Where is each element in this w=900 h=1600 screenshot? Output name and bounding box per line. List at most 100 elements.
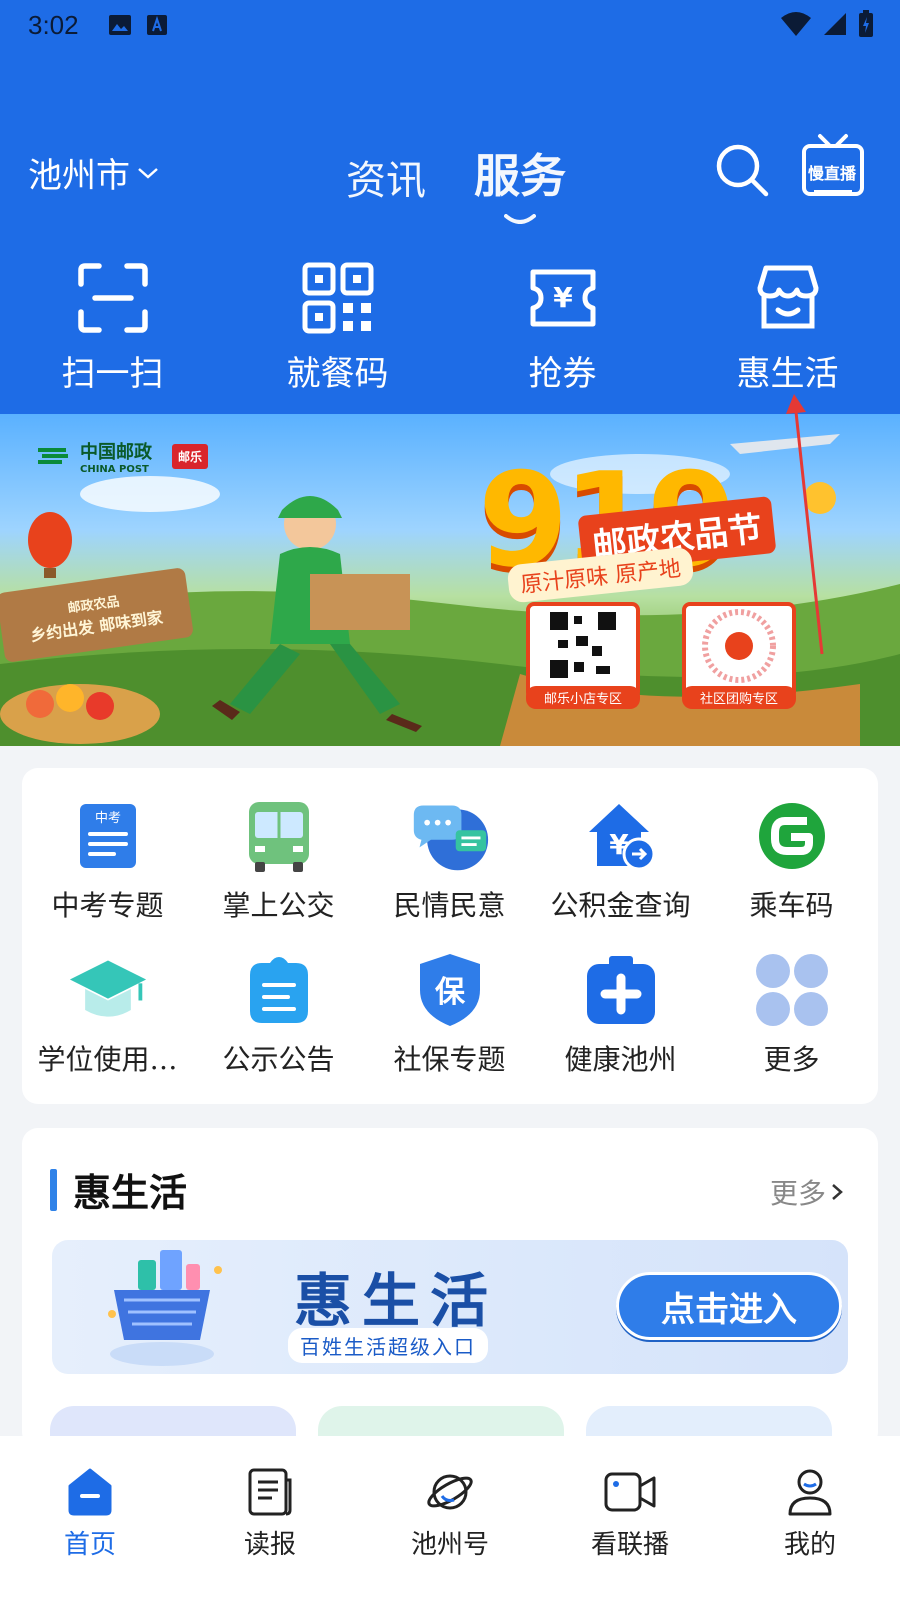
status-system-icons xyxy=(780,10,874,38)
service-grid-card: 中考 中考专题 掌上公交 民情民意 ¥ 公积金查询 乘车码 学位使用… 公示公告… xyxy=(22,768,878,1104)
quick-action-label: 惠生活 xyxy=(736,354,839,394)
service-label: 乘车码 xyxy=(749,889,834,922)
bottom-navigation: 首页 读报 池州号 看联播 我的 xyxy=(0,1436,900,1600)
housing-fund-icon: ¥ xyxy=(581,796,661,876)
ride-code-icon xyxy=(752,796,832,876)
nav-broadcast[interactable]: 看联播 xyxy=(540,1436,720,1600)
service-public-opinion[interactable]: 民情民意 xyxy=(364,796,535,924)
nav-profile[interactable]: 我的 xyxy=(720,1436,900,1600)
quick-action-label: 抢券 xyxy=(528,354,597,394)
life-section-card: 惠生活 更多 惠生活 百姓生活超级入口 点击进入 xyxy=(22,1128,878,1448)
quick-action-label: 扫一扫 xyxy=(61,354,164,394)
china-post-logo: 中国邮政 CHINA POST 邮乐 xyxy=(36,438,209,475)
text-notification-icon xyxy=(147,15,167,35)
search-icon[interactable] xyxy=(712,140,772,200)
app-header: 3:02 池州市 资讯 服务 慢直播 扫一扫 就餐码 ¥ 抢券 惠生活 xyxy=(0,0,900,414)
enter-button[interactable]: 点击进入 xyxy=(616,1272,842,1340)
coupon-icon: ¥ xyxy=(530,269,595,327)
city-selector[interactable]: 池州市 xyxy=(28,148,160,197)
chevron-down-icon xyxy=(138,167,158,179)
medical-kit-icon xyxy=(581,950,661,1030)
promo-banner[interactable]: 中国邮政 CHINA POST 邮乐 919 邮政农品节 原汁原味 原产地 邮政… xyxy=(0,414,900,746)
service-bus[interactable]: 掌上公交 xyxy=(193,796,364,924)
active-tab-indicator xyxy=(504,214,536,224)
service-label: 民情民意 xyxy=(393,889,506,922)
image-notification-icon xyxy=(109,15,131,35)
bus-icon xyxy=(239,796,319,876)
svg-text:中考: 中考 xyxy=(94,811,120,826)
service-label: 学位使用… xyxy=(37,1043,178,1076)
service-label: 更多 xyxy=(763,1043,820,1076)
china-post-emblem-icon xyxy=(38,447,68,464)
life-section-title: 惠生活 xyxy=(73,1170,188,1215)
section-accent-bar xyxy=(50,1168,57,1211)
shop-icon xyxy=(757,265,818,329)
nav-label: 我的 xyxy=(783,1530,836,1560)
nav-newspaper[interactable]: 读报 xyxy=(180,1436,360,1600)
nav-label: 池州号 xyxy=(410,1530,489,1560)
qr-pattern-icon xyxy=(548,610,618,680)
status-notification-icons xyxy=(108,14,168,36)
social-security-shield-icon: 保 xyxy=(410,950,490,1030)
service-more[interactable]: 更多 xyxy=(706,950,877,1078)
service-label: 中考专题 xyxy=(51,889,164,922)
service-notice[interactable]: 公示公告 xyxy=(193,950,364,1078)
service-social-security[interactable]: 保 社保专题 xyxy=(364,950,535,1078)
battery-icon xyxy=(859,10,873,37)
service-label: 健康池州 xyxy=(564,1043,677,1076)
logo-cn: 中国邮政 xyxy=(80,442,152,463)
nav-label: 看联播 xyxy=(590,1530,669,1560)
svg-text:¥: ¥ xyxy=(553,281,573,314)
home-icon xyxy=(68,1468,112,1516)
slow-live-button[interactable]: 慢直播 xyxy=(800,132,866,198)
top-tabs: 资讯 服务 xyxy=(346,140,566,224)
quick-action-life[interactable]: 惠生活 xyxy=(675,262,900,395)
chat-bubbles-icon xyxy=(410,796,490,876)
status-time: 3:02 xyxy=(28,10,79,40)
life-banner-title: 惠生活 xyxy=(294,1267,499,1335)
tab-news[interactable]: 资讯 xyxy=(346,148,426,206)
service-degree[interactable]: 学位使用… xyxy=(22,950,193,1078)
quick-action-coupon[interactable]: ¥ 抢券 xyxy=(450,262,675,395)
slow-live-label: 慢直播 xyxy=(808,164,857,183)
notice-icon xyxy=(239,950,319,1030)
profile-icon xyxy=(788,1469,832,1516)
service-ride-code[interactable]: 乘车码 xyxy=(706,796,877,924)
nav-label: 读报 xyxy=(243,1530,296,1560)
quick-action-scan[interactable]: 扫一扫 xyxy=(0,262,225,395)
service-housing-fund[interactable]: ¥ 公积金查询 xyxy=(535,796,706,924)
scan-icon xyxy=(77,263,148,333)
svg-text:保: 保 xyxy=(435,975,466,1010)
shopping-basket-icon xyxy=(108,1250,222,1366)
quick-action-label: 就餐码 xyxy=(286,354,389,394)
nav-label: 首页 xyxy=(63,1530,116,1560)
qr-right-label: 社区团购专区 xyxy=(682,686,796,709)
life-entry-banner[interactable]: 惠生活 百姓生活超级入口 点击进入 xyxy=(52,1240,848,1374)
qr-left-label: 邮乐小店专区 xyxy=(526,686,640,709)
planet-icon xyxy=(427,1474,473,1510)
status-bar: 3:02 xyxy=(0,0,900,50)
service-label: 掌上公交 xyxy=(222,889,335,922)
logo-en: CHINA POST xyxy=(80,464,149,475)
life-more-link[interactable]: 更多 xyxy=(770,1172,844,1212)
service-label: 公积金查询 xyxy=(550,889,691,922)
tab-services-label: 服务 xyxy=(474,149,566,203)
service-label: 公示公告 xyxy=(222,1043,335,1076)
service-exam[interactable]: 中考 中考专题 xyxy=(22,796,193,924)
service-grid: 中考 中考专题 掌上公交 民情民意 ¥ 公积金查询 乘车码 学位使用… 公示公告… xyxy=(22,796,878,1078)
newspaper-icon xyxy=(248,1468,292,1516)
qr-code-icon xyxy=(302,262,373,334)
service-health[interactable]: 健康池州 xyxy=(535,950,706,1078)
quick-action-meal-code[interactable]: 就餐码 xyxy=(225,262,450,395)
nav-home[interactable]: 首页 xyxy=(0,1436,180,1600)
graduation-cap-icon xyxy=(68,950,148,1030)
mini-program-code-icon xyxy=(702,609,776,683)
quick-actions: 扫一扫 就餐码 ¥ 抢券 惠生活 xyxy=(0,262,900,395)
life-more-label: 更多 xyxy=(769,1177,826,1210)
cellular-signal-icon xyxy=(824,13,846,35)
city-label: 池州市 xyxy=(28,156,130,196)
youle-badge: 邮乐 xyxy=(172,444,209,469)
nav-chizhou-hao[interactable]: 池州号 xyxy=(360,1436,540,1600)
life-section-header: 惠生活 xyxy=(50,1162,187,1217)
tab-services[interactable]: 服务 xyxy=(474,140,566,224)
